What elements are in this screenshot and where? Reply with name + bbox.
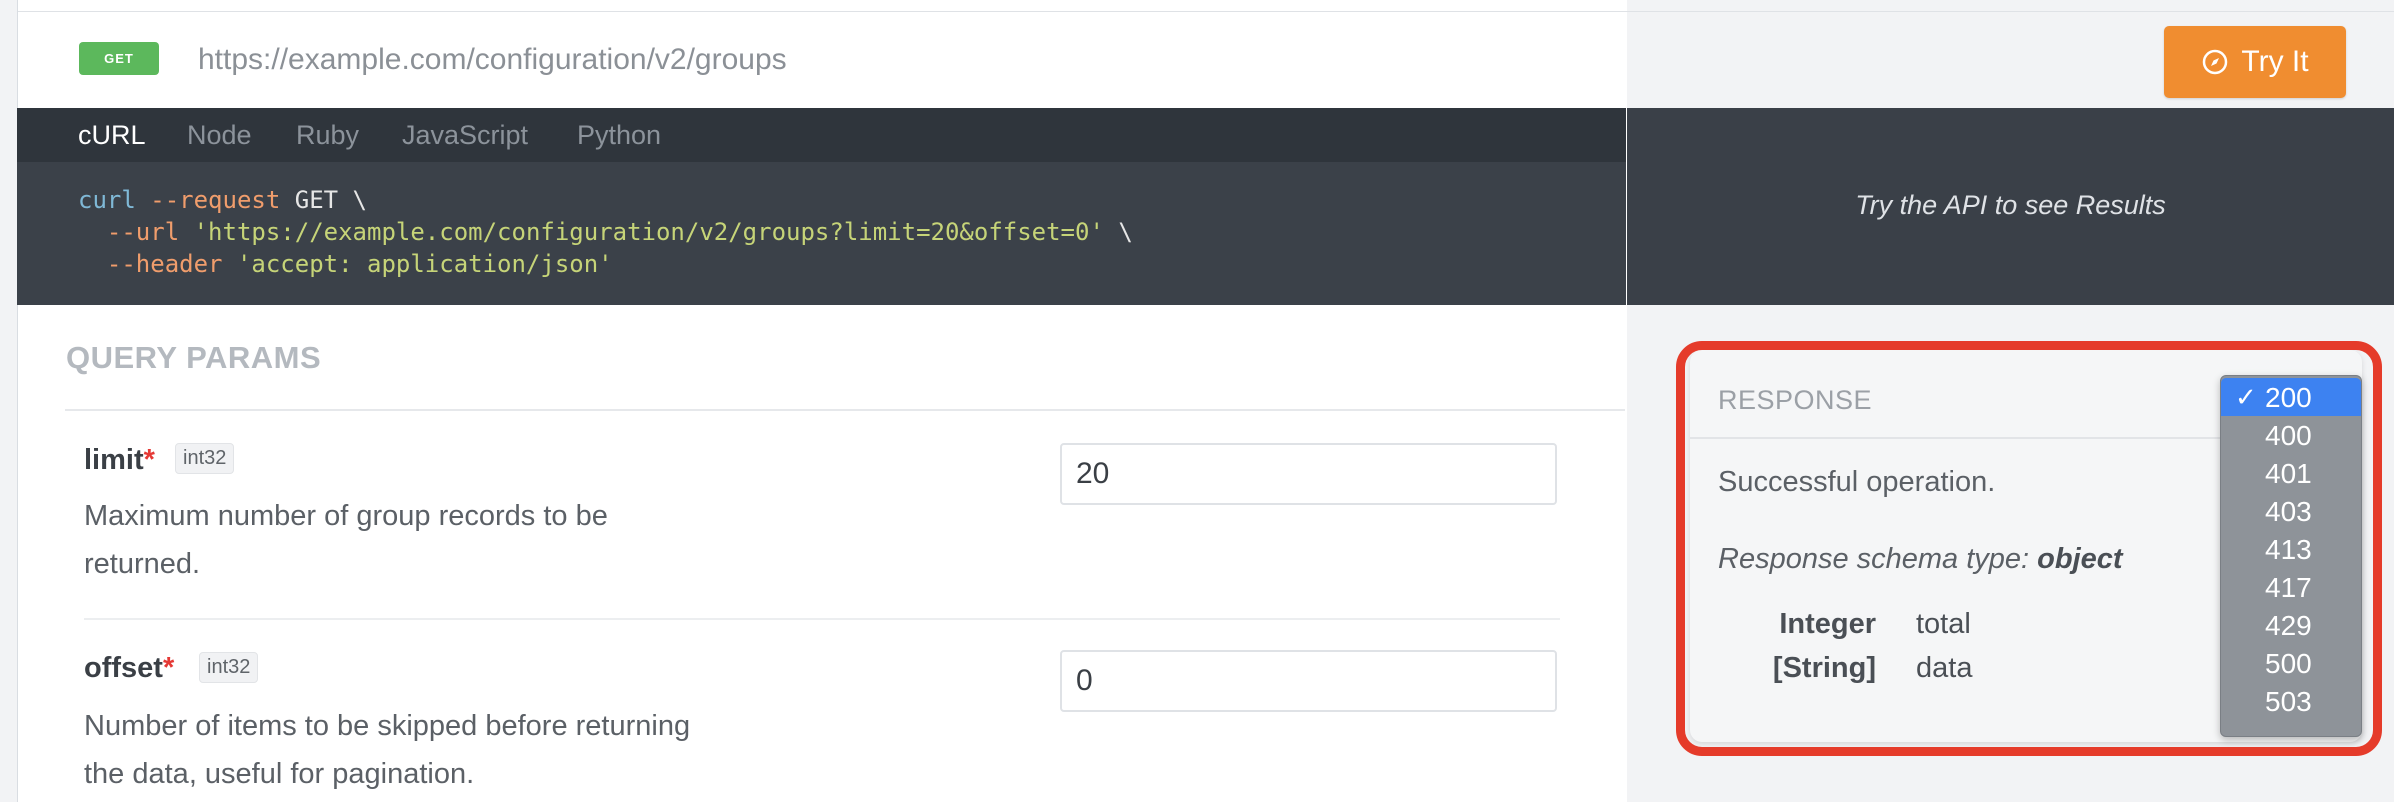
side-top-divider <box>1627 0 2394 12</box>
results-placeholder: Try the API to see Results <box>1855 190 2166 220</box>
offset-input[interactable]: 0 <box>1060 650 1557 712</box>
highlight-annotation <box>1676 341 2382 756</box>
try-it-label: Try It <box>2241 45 2309 78</box>
code-line-3: --header 'accept: application/json' <box>78 250 613 278</box>
required-marker: * <box>162 652 175 684</box>
param-divider <box>84 618 1560 620</box>
compass-icon <box>2203 49 2228 75</box>
code-language-tabs: cURL Node Ruby JavaScript Python <box>17 108 1626 162</box>
limit-input[interactable]: 20 <box>1060 443 1557 505</box>
request-url[interactable]: https://example.com/configuration/v2/gro… <box>198 43 787 77</box>
tab-curl[interactable]: cURL <box>78 120 146 151</box>
code-line-1: curl --request GET \ <box>78 186 367 214</box>
param-type-badge: int32 <box>175 443 235 474</box>
param-description-limit: Maximum number of group records to be ret… <box>84 500 608 580</box>
param-name-limit: limit* <box>84 444 155 476</box>
param-type-badge: int32 <box>199 652 259 683</box>
try-it-button[interactable]: Try It <box>2164 26 2346 98</box>
param-description-offset: Number of items to be skipped before ret… <box>84 710 691 790</box>
param-name-offset: offset* <box>84 652 175 684</box>
tab-node[interactable]: Node <box>187 120 252 151</box>
results-pane: Try the API to see Results <box>1627 108 2394 305</box>
request-url-bar: GET https://example.com/configuration/v2… <box>18 12 1627 108</box>
tab-javascript[interactable]: JavaScript <box>402 120 528 151</box>
code-line-2: --url 'https://example.com/configuration… <box>78 218 1133 246</box>
top-divider <box>18 0 1627 12</box>
query-params-title: QUERY PARAMS <box>66 340 322 375</box>
query-params-divider <box>65 409 1625 411</box>
code-sample: curl --request GET \ --url 'https://exam… <box>17 162 1626 305</box>
tab-ruby[interactable]: Ruby <box>296 120 359 151</box>
method-badge: GET <box>79 42 159 75</box>
tab-python[interactable]: Python <box>577 120 661 151</box>
required-marker: * <box>143 444 155 476</box>
